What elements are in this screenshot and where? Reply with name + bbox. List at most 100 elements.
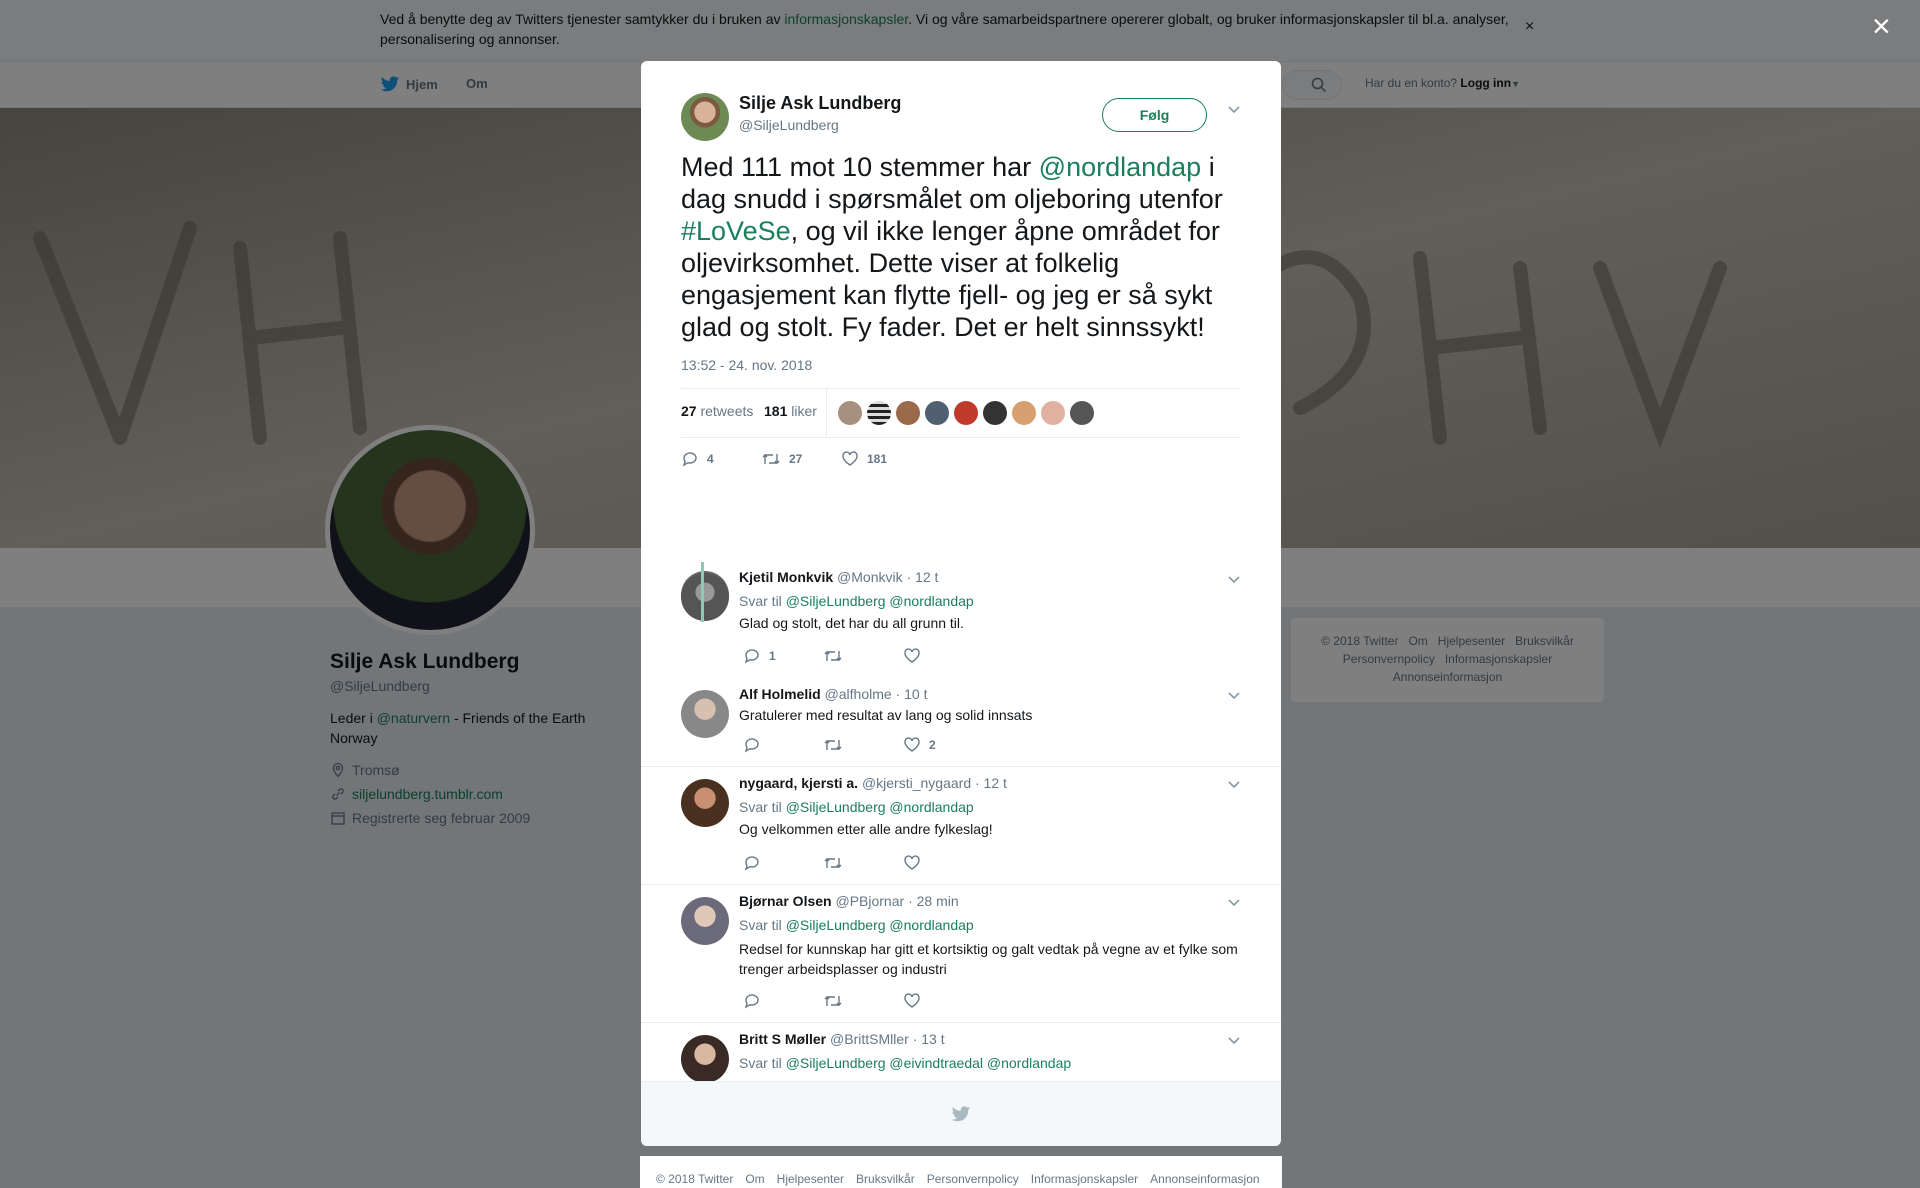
- liker-avatar[interactable]: [1012, 401, 1036, 425]
- reply-handle[interactable]: @Monkvik: [837, 569, 903, 585]
- liker-avatar[interactable]: [1070, 401, 1094, 425]
- modal-close-button[interactable]: ×: [1872, 8, 1891, 45]
- like-count: 2: [929, 738, 936, 752]
- reply-header: Britt S Møller @BrittSMller · 13 t: [739, 1031, 945, 1047]
- reply-name[interactable]: nygaard, kjersti a.: [739, 775, 858, 791]
- reply-button[interactable]: [743, 737, 823, 753]
- reply-time[interactable]: · 13 t: [913, 1031, 945, 1047]
- reply-icon: [743, 737, 761, 753]
- like-button[interactable]: [903, 993, 983, 1009]
- reply-actions: 2: [743, 737, 983, 753]
- reply-to-mentions[interactable]: @SiljeLundberg @nordlandap: [786, 799, 974, 815]
- reply-name[interactable]: Britt S Møller: [739, 1031, 826, 1047]
- thread-connector: [701, 562, 704, 622]
- heart-icon: [841, 451, 859, 467]
- modal-bottom-bar: [641, 1081, 1281, 1146]
- reply-actions: [743, 993, 983, 1009]
- like-button[interactable]: 2: [903, 737, 983, 753]
- modal-footer-cookies[interactable]: Informasjonskapsler: [1031, 1172, 1138, 1186]
- reply-to-label: Svar til: [739, 593, 782, 609]
- reply-button[interactable]: [743, 855, 823, 871]
- reply-time[interactable]: · 28 min: [908, 893, 959, 909]
- tweet-timestamp[interactable]: 13:52 - 24. nov. 2018: [681, 357, 812, 373]
- reply-time[interactable]: · 10 t: [896, 686, 928, 702]
- reply-header: nygaard, kjersti a. @kjersti_nygaard · 1…: [739, 775, 1007, 791]
- reply-name[interactable]: Bjørnar Olsen: [739, 893, 832, 909]
- reply-text: Og velkommen etter alle andre fylkeslag!: [739, 821, 993, 837]
- like-stat-label: liker: [791, 403, 817, 419]
- reply-tweet[interactable]: Alf Holmelid @alfholme · 10 t Gratulerer…: [641, 627, 1281, 767]
- retweet-button[interactable]: [823, 993, 903, 1009]
- reply-avatar[interactable]: [681, 1035, 729, 1083]
- author-name[interactable]: Silje Ask Lundberg: [739, 93, 901, 114]
- author-handle[interactable]: @SiljeLundberg: [739, 117, 839, 133]
- modal-footer-help[interactable]: Hjelpesenter: [777, 1172, 844, 1186]
- tweet-actions: 4 27 181: [681, 451, 921, 467]
- reply-handle[interactable]: @PBjornar: [835, 893, 904, 909]
- tweet-text: Med 111 mot 10 stemmer har @nordlandap i…: [681, 151, 1246, 343]
- chevron-down-icon[interactable]: [1227, 898, 1241, 908]
- reply-to-line: Svar til @SiljeLundberg @nordlandap: [739, 917, 974, 933]
- modal-footer-terms[interactable]: Bruksvilkår: [856, 1172, 915, 1186]
- reply-header: Alf Holmelid @alfholme · 10 t: [739, 686, 928, 702]
- reply-avatar[interactable]: [681, 897, 729, 945]
- reply-handle[interactable]: @alfholme: [825, 686, 892, 702]
- liker-avatar[interactable]: [925, 401, 949, 425]
- liker-avatar[interactable]: [1041, 401, 1065, 425]
- reply-to-mentions[interactable]: @SiljeLundberg @eivindtraedal @nordlanda…: [786, 1055, 1071, 1071]
- retweet-icon: [823, 855, 843, 871]
- retweet-button[interactable]: [823, 737, 903, 753]
- reply-button[interactable]: 4: [681, 451, 761, 467]
- modal-footer: © 2018 Twitter Om Hjelpesenter Bruksvilkår P…: [640, 1156, 1282, 1188]
- modal-footer-about[interactable]: Om: [745, 1172, 764, 1186]
- reply-to-mentions[interactable]: @SiljeLundberg @nordlandap: [786, 917, 974, 933]
- follow-button[interactable]: Følg: [1102, 98, 1207, 132]
- reply-to-label: Svar til: [739, 799, 782, 815]
- reply-handle[interactable]: @kjersti_nygaard: [862, 775, 971, 791]
- tweet-mention-link[interactable]: @nordlandap: [1039, 152, 1202, 182]
- liker-avatar[interactable]: [896, 401, 920, 425]
- heart-icon: [903, 993, 921, 1009]
- reply-icon: [681, 451, 699, 467]
- retweet-button[interactable]: [823, 855, 903, 871]
- like-button[interactable]: 181: [841, 451, 921, 467]
- like-button[interactable]: [903, 855, 983, 871]
- retweet-stat-label: retweets: [700, 403, 754, 419]
- chevron-down-icon[interactable]: [1227, 575, 1241, 585]
- reply-tweet[interactable]: Bjørnar Olsen @PBjornar · 28 min Svar ti…: [641, 885, 1281, 1023]
- reply-avatar[interactable]: [681, 690, 729, 738]
- reply-avatar[interactable]: [681, 779, 729, 827]
- reply-time[interactable]: · 12 t: [906, 569, 938, 585]
- tweet-hashtag-link[interactable]: #LoVeSe: [681, 216, 791, 246]
- reply-time[interactable]: · 12 t: [975, 775, 1007, 791]
- reply-header: Bjørnar Olsen @PBjornar · 28 min: [739, 893, 959, 909]
- reply-to-line: Svar til @SiljeLundberg @eivindtraedal @…: [739, 1055, 1071, 1071]
- reply-name[interactable]: Kjetil Monkvik: [739, 569, 833, 585]
- retweet-button[interactable]: 27: [761, 451, 841, 467]
- author-avatar[interactable]: [681, 93, 729, 141]
- chevron-down-icon[interactable]: [1227, 1036, 1241, 1046]
- reply-to-mentions[interactable]: @SiljeLundberg @nordlandap: [786, 593, 974, 609]
- reply-name[interactable]: Alf Holmelid: [739, 686, 821, 702]
- reply-handle[interactable]: @BrittSMller: [830, 1031, 909, 1047]
- liker-avatar[interactable]: [867, 401, 891, 425]
- modal-footer-ads[interactable]: Annonseinformasjon: [1150, 1172, 1259, 1186]
- reply-actions: [743, 855, 983, 871]
- like-stat[interactable]: 181 liker: [764, 403, 817, 419]
- retweet-count: 27: [789, 452, 803, 466]
- reply-icon: [743, 993, 761, 1009]
- reply-tweet[interactable]: nygaard, kjersti a. @kjersti_nygaard · 1…: [641, 767, 1281, 885]
- reply-button[interactable]: [743, 993, 823, 1009]
- reply-avatar[interactable]: [681, 573, 729, 621]
- liker-avatar[interactable]: [983, 401, 1007, 425]
- retweet-icon: [823, 737, 843, 753]
- liker-avatar[interactable]: [954, 401, 978, 425]
- retweet-stat-count: 27: [681, 403, 697, 419]
- chevron-down-icon[interactable]: [1227, 780, 1241, 790]
- chevron-down-icon[interactable]: [1227, 105, 1241, 115]
- retweet-stat[interactable]: 27 retweets: [681, 403, 753, 419]
- liker-avatar[interactable]: [838, 401, 862, 425]
- chevron-down-icon[interactable]: [1227, 691, 1241, 701]
- heart-icon: [903, 855, 921, 871]
- modal-footer-privacy[interactable]: Personvernpolicy: [927, 1172, 1019, 1186]
